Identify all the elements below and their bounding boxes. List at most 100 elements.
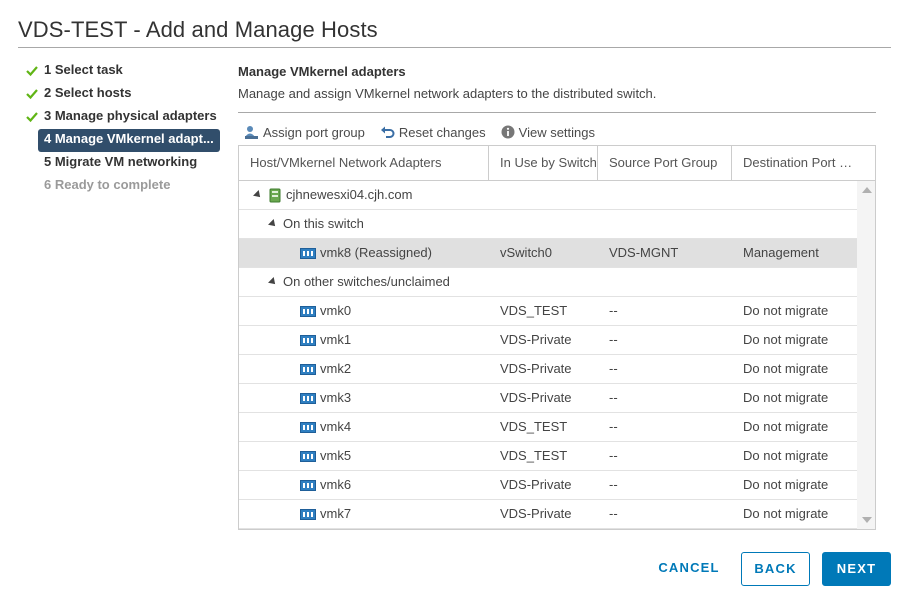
step-manage-physical-adapters[interactable]: 3 Manage physical adapters (24, 106, 220, 129)
destination-port-group: Management (743, 245, 819, 260)
step-label: 1 Select task (44, 62, 123, 77)
back-button[interactable]: BACK (741, 552, 810, 586)
in-use-by-switch: VDS_TEST (500, 448, 568, 463)
view-settings-label: View settings (518, 124, 595, 140)
destination-port-group: Do not migrate (743, 303, 829, 318)
source-port-group: VDS-MGNT (609, 245, 679, 260)
destination-port-group: Do not migrate (743, 448, 829, 463)
destination-port-group: Do not migrate (743, 506, 829, 521)
adapter-name: vmk5 (320, 448, 352, 463)
assign-port-group-button[interactable]: Assign port group (244, 125, 365, 140)
adapter-row[interactable]: vmk5 VDS_TEST -- Do not migrate (239, 442, 857, 471)
source-port-group: -- (609, 361, 618, 376)
reset-changes-button[interactable]: Reset changes (380, 125, 486, 140)
adapter-name: vmk3 (320, 390, 352, 405)
destination-port-group: Do not migrate (743, 361, 829, 376)
adapter-row[interactable]: vmk2 VDS-Private -- Do not migrate (239, 355, 857, 384)
network-adapter-icon (300, 508, 316, 520)
host-row[interactable]: cjhnewesxi04.cjh.com (239, 181, 857, 210)
adapter-row[interactable]: vmk6 VDS-Private -- Do not migrate (239, 471, 857, 500)
scroll-down-icon[interactable] (862, 517, 872, 523)
adapter-row[interactable]: vmk7 VDS-Private -- Do not migrate (239, 500, 857, 529)
reset-changes-label: Reset changes (398, 124, 486, 140)
source-port-group: -- (609, 390, 618, 405)
destination-port-group: Do not migrate (743, 390, 829, 405)
check-icon (26, 66, 38, 77)
adapter-name: vmk1 (320, 332, 352, 347)
step-migrate-vm-networking[interactable]: 5 Migrate VM networking (24, 152, 220, 175)
adapter-row[interactable]: vmk3 VDS-Private -- Do not migrate (239, 384, 857, 413)
column-header-destination-port-group[interactable]: Destination Port G... (732, 146, 857, 180)
cancel-button[interactable]: CANCEL (650, 552, 728, 586)
main-panel: Manage VMkernel adapters Manage and assi… (238, 64, 876, 113)
in-use-by-switch: vSwitch0 (500, 245, 553, 260)
assign-port-group-icon (245, 125, 258, 139)
in-use-by-switch: VDS-Private (500, 506, 572, 521)
expand-caret-icon[interactable] (268, 219, 278, 229)
adapter-name: vmk6 (320, 477, 352, 492)
destination-port-group: Do not migrate (743, 332, 829, 347)
adapter-row[interactable]: vmk8 (Reassigned) vSwitch0 VDS-MGNT Managem… (239, 239, 857, 268)
column-header-adapters[interactable]: Host/VMkernel Network Adapters (239, 146, 489, 180)
expand-caret-icon[interactable] (268, 277, 278, 287)
title-divider (18, 47, 891, 48)
column-header-in-use-by-switch[interactable]: In Use by Switch (489, 146, 598, 180)
network-adapter-icon (300, 305, 316, 317)
step-select-task[interactable]: 1 Select task (24, 60, 220, 83)
source-port-group: -- (609, 419, 618, 434)
source-port-group: -- (609, 506, 618, 521)
network-adapter-icon (300, 334, 316, 346)
column-header-source-port-group[interactable]: Source Port Group (598, 146, 732, 180)
wizard-steps: 1 Select task 2 Select hosts 3 Manage ph… (24, 60, 220, 198)
network-adapter-icon (300, 363, 316, 375)
group-label: On this switch (283, 216, 364, 231)
section-description: Manage and assign VMkernel network adapt… (238, 86, 657, 101)
step-label: 2 Select hosts (44, 85, 132, 100)
adapter-row[interactable]: vmk0 VDS_TEST -- Do not migrate (239, 297, 857, 326)
network-adapter-icon (300, 247, 316, 259)
grid-scrollbar[interactable] (857, 181, 875, 529)
step-label: 3 Manage physical adapters (44, 108, 217, 123)
step-manage-vmkernel-adapters[interactable]: 4 Manage VMkernel adapt... (38, 129, 220, 152)
group-row-other-switches[interactable]: On other switches/unclaimed (239, 268, 857, 297)
network-adapter-icon (300, 392, 316, 404)
network-adapter-icon (300, 479, 316, 491)
in-use-by-switch: VDS_TEST (500, 419, 568, 434)
check-icon (26, 112, 38, 123)
undo-icon (380, 126, 395, 138)
group-row-this-switch[interactable]: On this switch (239, 210, 857, 239)
step-label: 4 Manage VMkernel adapt... (44, 131, 214, 146)
in-use-by-switch: VDS-Private (500, 477, 572, 492)
network-adapter-icon (300, 421, 316, 433)
view-settings-button[interactable]: View settings (501, 125, 595, 140)
adapter-name: vmk2 (320, 361, 352, 376)
step-label: 6 Ready to complete (44, 177, 171, 192)
next-button[interactable]: NEXT (822, 552, 891, 586)
source-port-group: -- (609, 448, 618, 463)
network-adapter-icon (300, 450, 316, 462)
step-select-hosts[interactable]: 2 Select hosts (24, 83, 220, 106)
grid-body: cjhnewesxi04.cjh.com On this switch vmk8… (239, 181, 857, 529)
source-port-group: -- (609, 303, 618, 318)
host-icon (269, 188, 281, 202)
adapter-row[interactable]: vmk4 VDS_TEST -- Do not migrate (239, 413, 857, 442)
source-port-group: -- (609, 332, 618, 347)
section-title: Manage VMkernel adapters (238, 64, 406, 79)
dialog-title: VDS-TEST - Add and Manage Hosts (18, 17, 378, 42)
scroll-up-icon[interactable] (862, 187, 872, 193)
step-ready-to-complete: 6 Ready to complete (24, 175, 220, 198)
adapter-row[interactable]: vmk1 VDS-Private -- Do not migrate (239, 326, 857, 355)
expand-caret-icon[interactable] (253, 190, 263, 200)
check-icon (26, 89, 38, 100)
group-label: On other switches/unclaimed (283, 274, 450, 289)
info-icon (501, 125, 515, 139)
host-name: cjhnewesxi04.cjh.com (286, 187, 413, 202)
adapter-name: vmk8 (Reassigned) (320, 245, 432, 260)
in-use-by-switch: VDS-Private (500, 390, 572, 405)
destination-port-group: Do not migrate (743, 477, 829, 492)
step-label: 5 Migrate VM networking (44, 154, 198, 169)
section-divider (238, 112, 876, 113)
vmkernel-adapters-grid: Host/VMkernel Network Adapters In Use by… (238, 145, 876, 530)
in-use-by-switch: VDS_TEST (500, 303, 568, 318)
grid-toolbar: Assign port group Reset changes View set… (244, 122, 610, 142)
